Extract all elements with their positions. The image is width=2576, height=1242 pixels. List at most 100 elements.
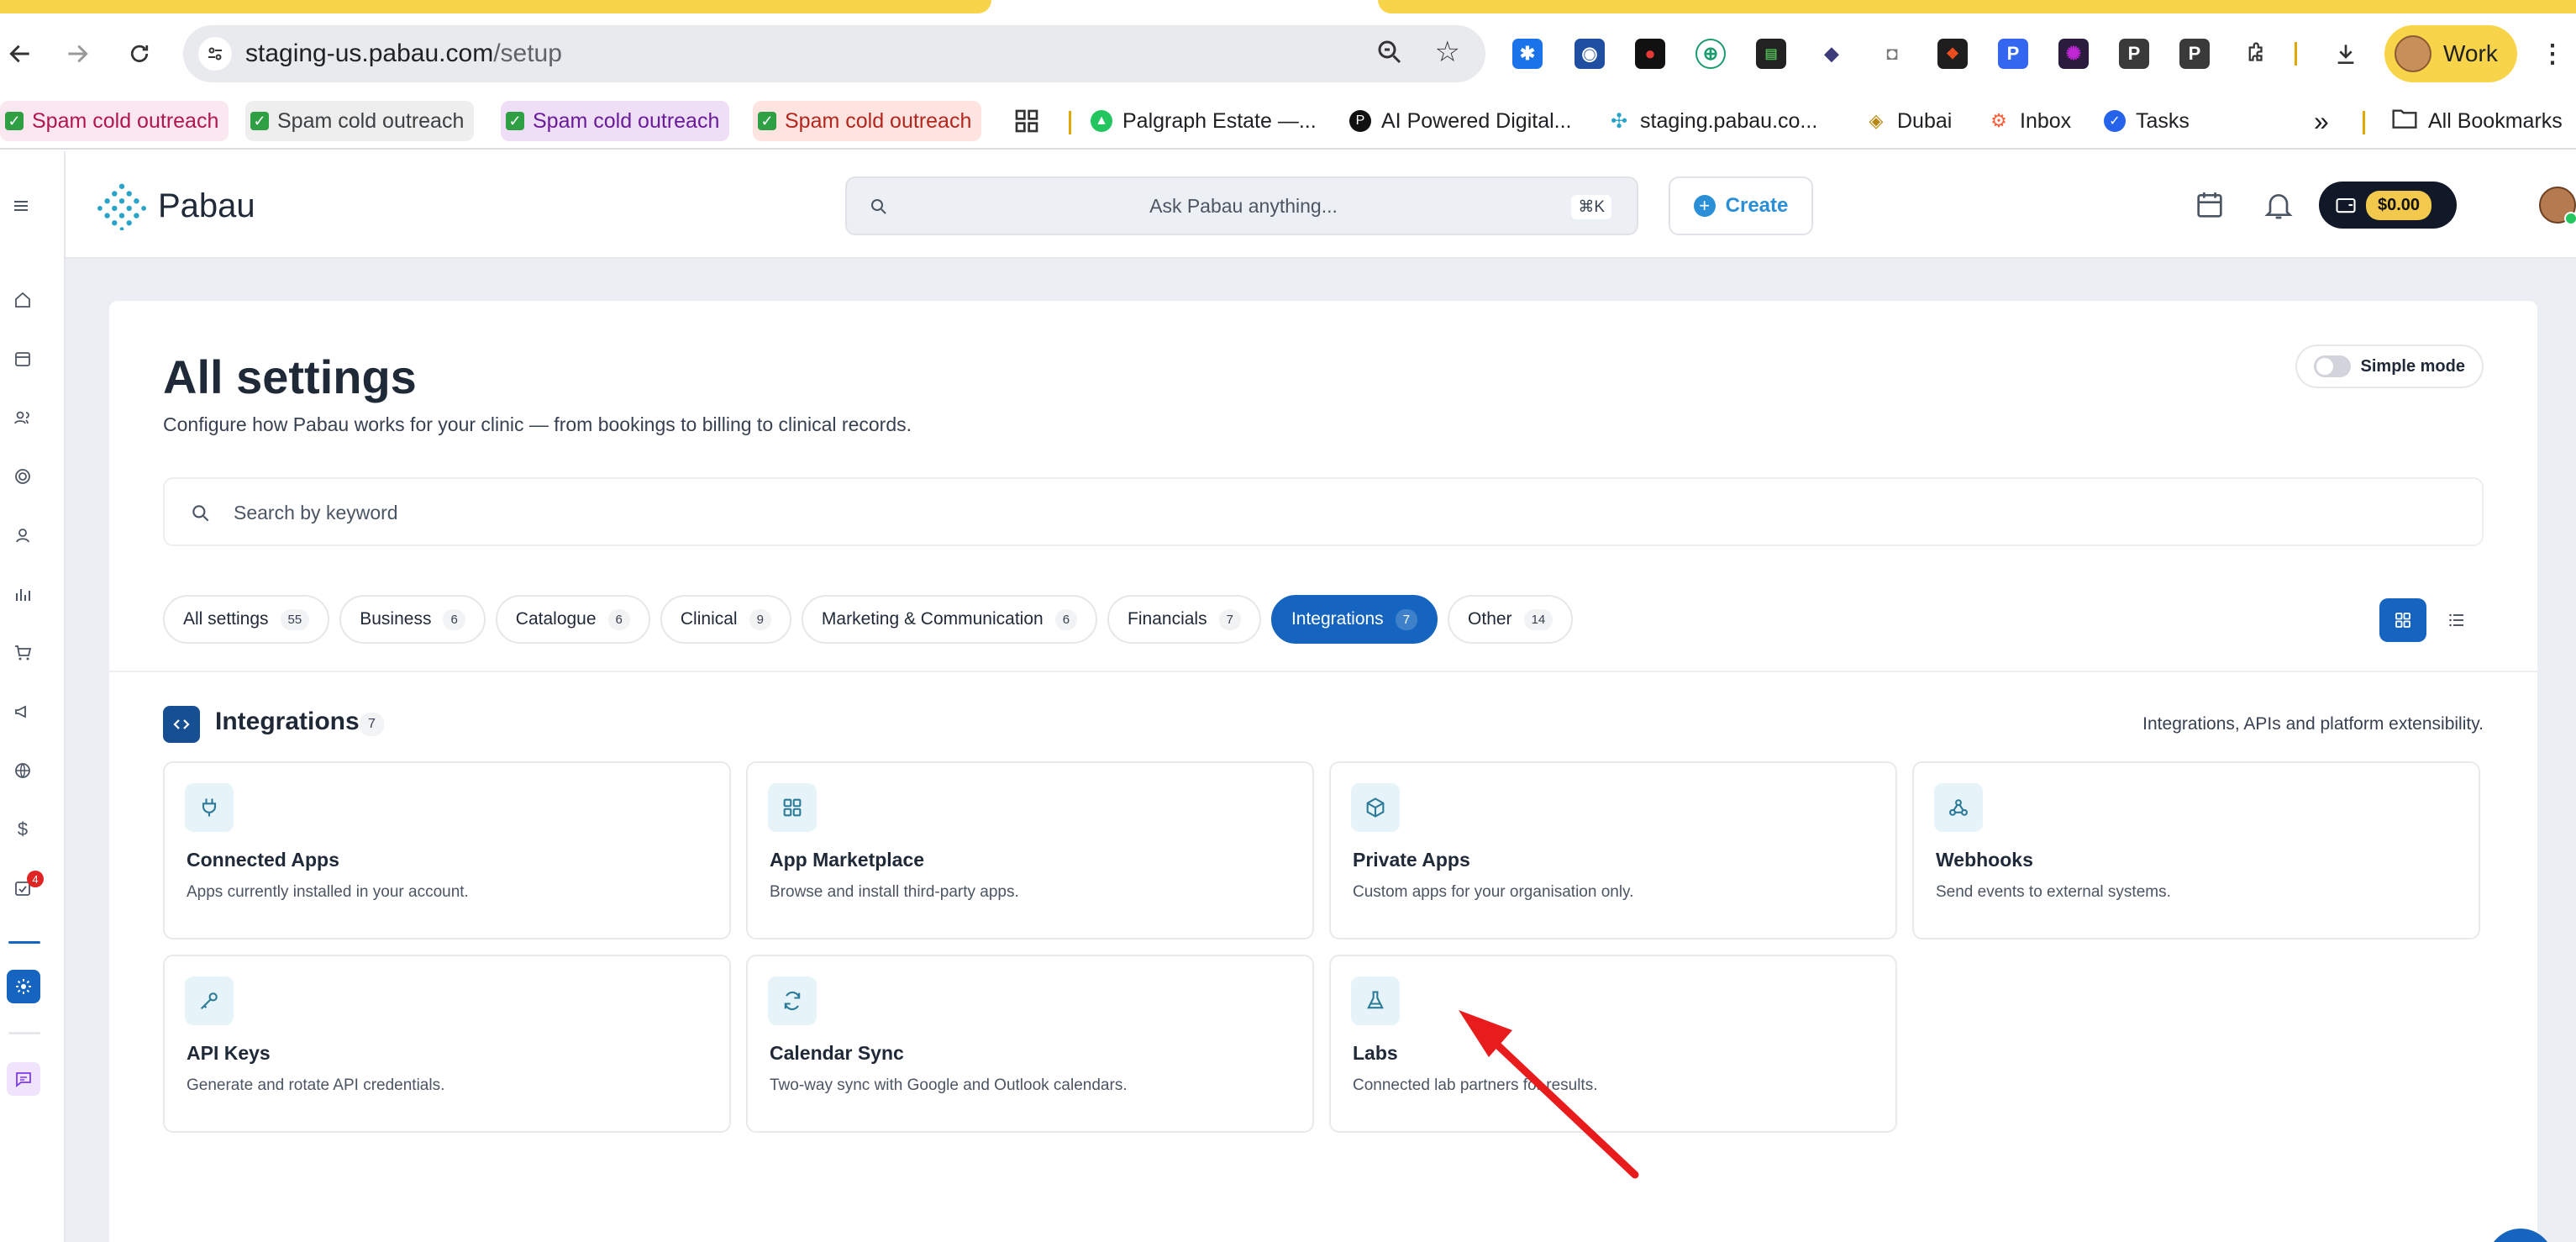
staff-icon[interactable] — [10, 523, 35, 548]
card-calendar-sync[interactable]: Calendar Sync Two-way sync with Google a… — [746, 955, 1314, 1133]
check-icon: ✓ — [506, 112, 524, 130]
tab-group-highlight — [1378, 0, 2576, 13]
notification-badge: 4 — [27, 871, 44, 887]
bookmark-label: Dubai — [1897, 108, 1953, 133]
card-connected-apps[interactable]: Connected Apps Apps currently installed … — [163, 761, 731, 939]
bookmark-spam-1[interactable]: ✓ Spam cold outreach — [0, 101, 229, 141]
logo-text: Pabau — [158, 187, 255, 224]
bookmark-label: Tasks — [2136, 108, 2190, 133]
section-title: Integrations — [215, 708, 360, 735]
ask-pabau-search[interactable]: Ask Pabau anything... ⌘K — [845, 176, 1638, 235]
bookmark-dubai[interactable]: ◈ Dubai — [1865, 101, 1952, 141]
all-bookmarks[interactable]: All Bookmarks — [2391, 101, 2563, 141]
pabau-icon: ✣ — [1608, 110, 1630, 133]
p-dark-ext-icon[interactable]: P — [2119, 39, 2149, 69]
card-app-marketplace[interactable]: App Marketplace Browse and install third… — [746, 761, 1314, 939]
sync-icon — [768, 976, 817, 1025]
create-button[interactable]: + Create — [1669, 176, 1813, 235]
tab-financials[interactable]: Financials 7 — [1107, 595, 1261, 644]
reports-icon[interactable] — [10, 582, 35, 607]
more-bookmarks-icon[interactable]: » — [2314, 101, 2329, 141]
pabau-logo[interactable]: Pabau — [97, 182, 255, 230]
calendar-header-icon[interactable] — [2193, 188, 2226, 222]
forward-icon[interactable] — [57, 34, 97, 74]
toggle-switch[interactable] — [2313, 355, 2351, 377]
bookmark-inbox[interactable]: ⚙ Inbox — [1988, 101, 2071, 141]
tab-marketing-communication[interactable]: Marketing & Communication 6 — [801, 595, 1098, 644]
green-globe-ext-icon[interactable]: ⊕ — [1695, 39, 1726, 69]
bookmark-spam-2[interactable]: ✓ Spam cold outreach — [245, 101, 475, 141]
terminal-ext-icon[interactable]: ▤ — [1756, 39, 1786, 69]
tab-integrations[interactable]: Integrations 7 — [1270, 595, 1438, 644]
grid-view-icon[interactable] — [2379, 598, 2426, 642]
rail-divider — [8, 1032, 40, 1034]
bookmark-label: Spam cold outreach — [32, 108, 219, 133]
tab-other[interactable]: Other 14 — [1448, 595, 1574, 644]
chat-icon[interactable] — [7, 1062, 40, 1096]
p-blue-ext-icon[interactable]: P — [1998, 39, 2028, 69]
card-private-apps[interactable]: Private Apps Custom apps for your organi… — [1329, 761, 1897, 939]
settings-search-input[interactable]: Search by keyword — [163, 477, 2484, 546]
puzzle-ext-icon[interactable] — [2240, 39, 2270, 69]
card-title: Webhooks — [1936, 849, 2033, 871]
card-title: Labs — [1353, 1042, 1398, 1064]
bell-icon[interactable] — [2262, 188, 2295, 222]
zoom-icon[interactable] — [1375, 37, 1408, 71]
target-icon[interactable] — [10, 464, 35, 489]
tab-catalogue[interactable]: Catalogue 6 — [495, 595, 650, 644]
shield-ext-icon[interactable]: ◉ — [1575, 39, 1605, 69]
list-view-icon[interactable] — [2433, 598, 2480, 642]
card-title: Calendar Sync — [770, 1042, 904, 1064]
user-avatar[interactable] — [2539, 187, 2576, 225]
megaphone-icon[interactable] — [10, 699, 35, 724]
hamburger-menu-icon[interactable] — [8, 193, 34, 218]
home-icon[interactable] — [10, 287, 35, 313]
globe-icon[interactable] — [10, 758, 35, 783]
bookmark-staging[interactable]: ✣ staging.pabau.co... — [1608, 101, 1817, 141]
apps-grid-icon[interactable] — [1013, 101, 1040, 141]
card-description: Send events to external systems. — [1936, 883, 2171, 901]
cart-icon[interactable] — [10, 640, 35, 666]
asterisk-ext-icon[interactable]: ✱ — [1512, 39, 1543, 69]
tab-strip — [0, 0, 2576, 13]
palgraph-icon: ▲ — [1091, 110, 1112, 132]
search-icon — [190, 503, 212, 529]
purple-app-ext-icon[interactable]: ✺ — [2058, 39, 2089, 69]
card-webhooks[interactable]: Webhooks Send events to external systems… — [1912, 761, 2480, 939]
reload-icon[interactable] — [119, 34, 160, 74]
bookmark-spam-4[interactable]: ✓ Spam cold outreach — [753, 101, 982, 141]
tab-all-settings[interactable]: All settings 55 — [163, 595, 330, 644]
kebab-menu-icon[interactable]: ⋮ — [2537, 39, 2568, 69]
hubspot-icon: ⚙ — [1988, 110, 2010, 132]
dollar-icon[interactable]: $ — [10, 817, 35, 842]
bookmark-tasks[interactable]: ✓ Tasks — [2104, 101, 2190, 141]
category-tabs: All settings 55 Business 6 Catalogue 6 Clin… — [163, 595, 1574, 644]
simple-mode-toggle[interactable]: Simple mode — [2295, 345, 2484, 388]
record-ext-icon[interactable]: ● — [1635, 39, 1665, 69]
bookmark-ai-digital[interactable]: P AI Powered Digital... — [1349, 101, 1572, 141]
tab-business[interactable]: Business 6 — [339, 595, 486, 644]
clients-icon[interactable] — [10, 405, 35, 430]
card-labs[interactable]: Labs Connected lab partners for results. — [1329, 955, 1897, 1133]
active-tab-highlight — [0, 0, 991, 13]
camera-ext-icon[interactable]: ◘ — [1877, 39, 1907, 69]
profile-button[interactable]: Work — [2384, 25, 2517, 82]
bookmark-spam-3[interactable]: ✓ Spam cold outreach — [501, 101, 730, 141]
tab-clinical[interactable]: Clinical 9 — [660, 595, 791, 644]
plug-icon — [185, 783, 234, 832]
site-info-icon[interactable] — [198, 37, 232, 71]
figma-ext-icon[interactable]: ❖ — [1937, 39, 1968, 69]
calendar-icon[interactable] — [10, 346, 35, 371]
view-toggle — [2379, 598, 2484, 642]
p-dark2-ext-icon[interactable]: P — [2179, 39, 2210, 69]
back-icon[interactable] — [0, 34, 40, 74]
settings-icon[interactable] — [7, 970, 40, 1003]
bookmark-palgraph[interactable]: ▲ Palgraph Estate —... — [1091, 101, 1317, 141]
wallet-button[interactable]: $0.00 — [2319, 182, 2457, 229]
address-bar[interactable]: staging-us.pabau.com/setup ☆ — [183, 25, 1485, 82]
bookmark-star-icon[interactable]: ☆ — [1435, 35, 1460, 69]
card-description: Browse and install third-party apps. — [770, 883, 1019, 901]
card-api-keys[interactable]: API Keys Generate and rotate API credent… — [163, 955, 731, 1133]
cube-ext-icon[interactable]: ◆ — [1816, 39, 1847, 69]
download-icon[interactable] — [2331, 39, 2361, 69]
